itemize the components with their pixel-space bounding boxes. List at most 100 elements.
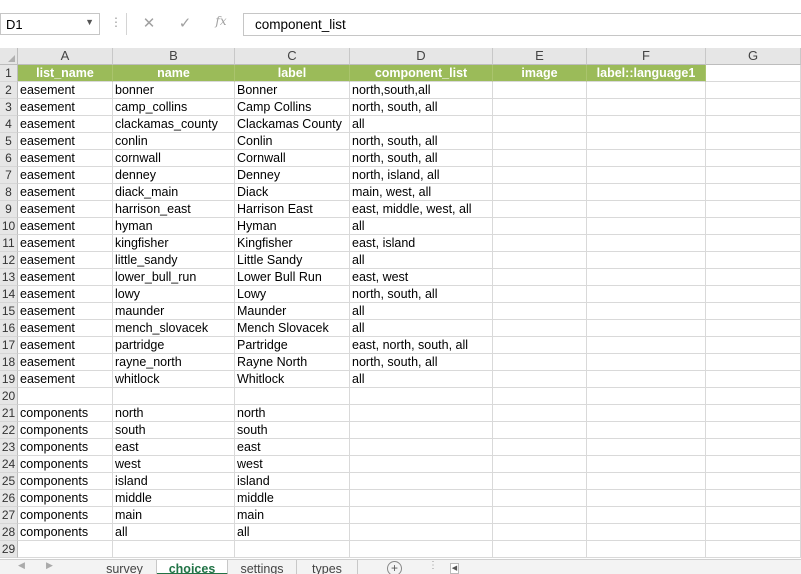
table-cell[interactable] [587,167,706,184]
fx-icon[interactable]: fx [211,14,231,28]
row-header[interactable]: 11 [0,235,18,252]
table-cell[interactable]: middle [113,490,235,507]
table-cell[interactable] [587,337,706,354]
table-cell[interactable] [587,133,706,150]
table-cell[interactable] [587,439,706,456]
table-cell[interactable]: Little Sandy [235,252,350,269]
table-cell[interactable]: easement [18,337,113,354]
row-header[interactable]: 2 [0,82,18,99]
name-box[interactable]: D1 ▼ [0,13,100,35]
header-cell[interactable] [706,65,801,82]
table-cell[interactable] [493,99,587,116]
table-cell[interactable]: north, island, all [350,167,493,184]
table-cell[interactable] [113,388,235,405]
table-cell[interactable] [587,473,706,490]
table-cell[interactable] [706,507,801,524]
table-cell[interactable] [493,116,587,133]
table-cell[interactable] [587,388,706,405]
table-cell[interactable] [493,320,587,337]
table-cell[interactable] [587,286,706,303]
table-cell[interactable] [18,388,113,405]
row-header[interactable]: 24 [0,456,18,473]
column-header-g[interactable]: G [706,48,801,65]
table-cell[interactable]: bonner [113,82,235,99]
scroll-left-icon[interactable]: ◀ [450,563,459,574]
table-cell[interactable]: Rayne North [235,354,350,371]
table-cell[interactable] [493,524,587,541]
table-cell[interactable]: easement [18,218,113,235]
table-cell[interactable] [493,371,587,388]
table-cell[interactable] [706,116,801,133]
sheet-tab-types[interactable]: types [297,560,358,574]
table-cell[interactable]: north,south,all [350,82,493,99]
table-cell[interactable]: components [18,490,113,507]
table-cell[interactable] [587,422,706,439]
table-cell[interactable]: north, south, all [350,150,493,167]
table-cell[interactable]: kingfisher [113,235,235,252]
table-cell[interactable]: east [235,439,350,456]
row-header[interactable]: 19 [0,371,18,388]
table-cell[interactable] [706,286,801,303]
table-cell[interactable]: Maunder [235,303,350,320]
table-cell[interactable] [493,405,587,422]
table-cell[interactable]: components [18,439,113,456]
table-cell[interactable]: lowy [113,286,235,303]
table-cell[interactable]: rayne_north [113,354,235,371]
select-all-corner[interactable] [0,48,18,65]
table-cell[interactable]: mench_slovacek [113,320,235,337]
table-cell[interactable] [493,201,587,218]
table-cell[interactable]: all [350,116,493,133]
row-header[interactable]: 10 [0,218,18,235]
table-cell[interactable] [493,133,587,150]
table-cell[interactable]: camp_collins [113,99,235,116]
cancel-icon[interactable]: ✕ [139,14,159,32]
column-header-d[interactable]: D [350,48,493,65]
more-options-icon[interactable]: ⋮ [110,15,122,29]
header-cell[interactable]: name [113,65,235,82]
row-header[interactable]: 16 [0,320,18,337]
table-cell[interactable] [493,167,587,184]
table-cell[interactable] [587,218,706,235]
sheet-tab-settings[interactable]: settings [228,560,297,574]
table-cell[interactable]: Harrison East [235,201,350,218]
header-cell[interactable]: label::language1 [587,65,706,82]
table-cell[interactable]: easement [18,320,113,337]
table-cell[interactable] [706,490,801,507]
table-cell[interactable] [706,541,801,558]
table-cell[interactable]: Lower Bull Run [235,269,350,286]
column-header-c[interactable]: C [235,48,350,65]
table-cell[interactable]: diack_main [113,184,235,201]
tab-scroll-right-icon[interactable]: ▶ [46,560,53,571]
table-cell[interactable]: easement [18,235,113,252]
table-cell[interactable] [706,354,801,371]
row-header[interactable]: 6 [0,150,18,167]
formula-input[interactable]: component_list [243,13,801,36]
table-cell[interactable]: easement [18,133,113,150]
row-header[interactable]: 17 [0,337,18,354]
table-cell[interactable]: Lowy [235,286,350,303]
table-cell[interactable]: north, south, all [350,286,493,303]
table-cell[interactable] [235,388,350,405]
table-cell[interactable] [493,354,587,371]
table-cell[interactable] [587,269,706,286]
header-cell[interactable]: label [235,65,350,82]
table-cell[interactable] [706,439,801,456]
table-cell[interactable] [350,473,493,490]
table-cell[interactable] [493,82,587,99]
table-cell[interactable]: main [235,507,350,524]
table-cell[interactable] [493,184,587,201]
table-cell[interactable] [350,524,493,541]
table-cell[interactable]: whitlock [113,371,235,388]
table-cell[interactable]: clackamas_county [113,116,235,133]
row-header[interactable]: 1 [0,65,18,82]
row-header[interactable]: 15 [0,303,18,320]
table-cell[interactable]: maunder [113,303,235,320]
row-header[interactable]: 29 [0,541,18,558]
table-cell[interactable] [587,320,706,337]
table-cell[interactable] [493,456,587,473]
table-cell[interactable] [706,371,801,388]
table-cell[interactable]: Mench Slovacek [235,320,350,337]
table-cell[interactable] [587,541,706,558]
table-cell[interactable]: south [235,422,350,439]
table-cell[interactable]: east, north, south, all [350,337,493,354]
